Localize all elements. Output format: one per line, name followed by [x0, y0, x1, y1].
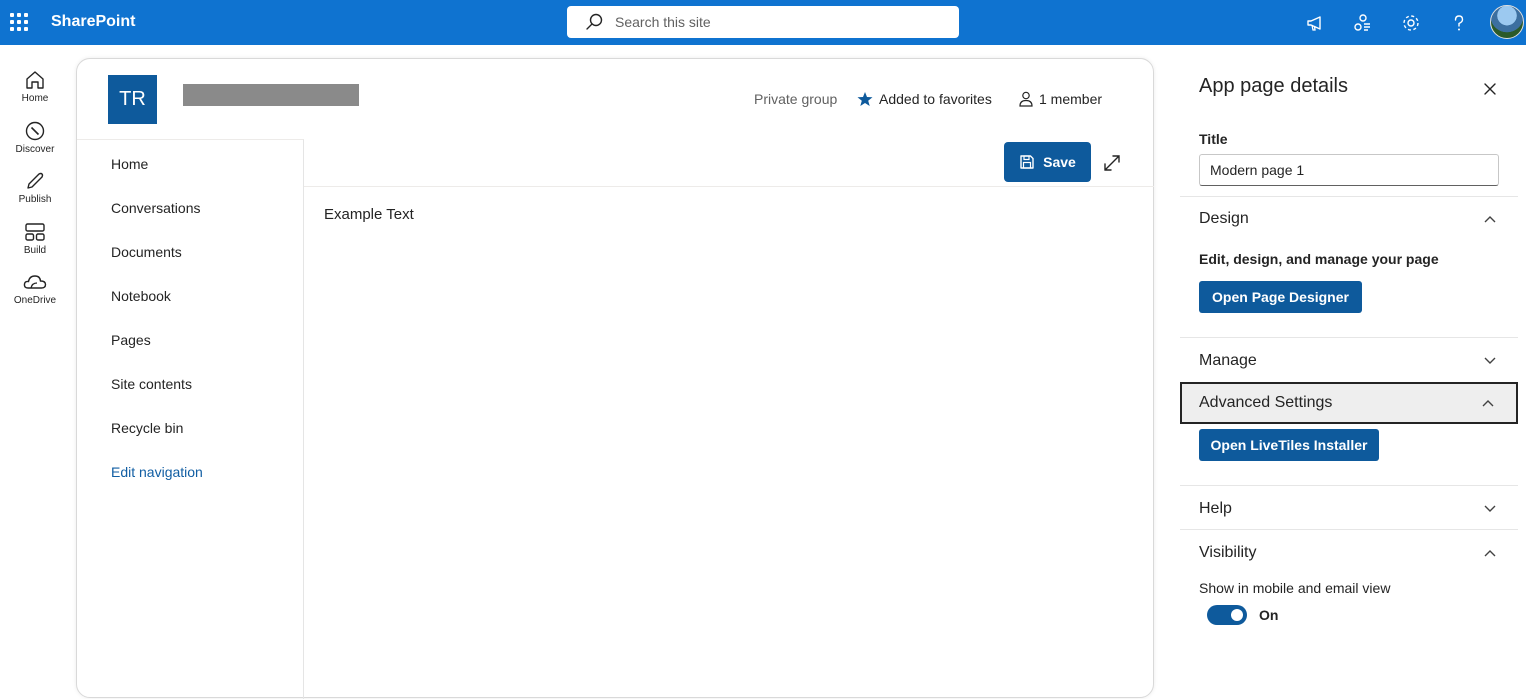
- panel-title: App page details: [1199, 75, 1349, 97]
- nav-item-notebook[interactable]: Notebook: [111, 288, 171, 304]
- build-icon: [25, 223, 45, 241]
- help-icon[interactable]: [1435, 0, 1483, 45]
- appbar-discover[interactable]: Discover: [0, 118, 70, 166]
- canvas-text[interactable]: Example Text: [324, 206, 414, 223]
- members-button[interactable]: 1 member: [1019, 91, 1102, 107]
- close-icon[interactable]: [1482, 81, 1498, 97]
- chevron-up-icon: [1482, 400, 1494, 407]
- suite-bar-actions: [1291, 0, 1483, 45]
- appbar-build[interactable]: Build: [0, 219, 70, 267]
- open-livetiles-installer-button[interactable]: Open LiveTiles Installer: [1199, 429, 1379, 461]
- nav-item-pages[interactable]: Pages: [111, 332, 151, 348]
- favorite-button[interactable]: Added to favorites: [857, 91, 992, 107]
- chevron-up-icon: [1484, 216, 1496, 223]
- suite-bar: SharePoint: [0, 0, 1526, 45]
- appbar-publish[interactable]: Publish: [0, 168, 70, 216]
- divider: [1180, 196, 1518, 197]
- save-label: Save: [1043, 154, 1076, 170]
- settings-gear-icon[interactable]: [1387, 0, 1435, 45]
- nav-item-site-contents[interactable]: Site contents: [111, 376, 192, 392]
- divider: [1180, 485, 1518, 486]
- appbar-home[interactable]: Home: [0, 67, 70, 115]
- appbar-onedrive[interactable]: OneDrive: [0, 269, 70, 317]
- toggle-knob: [1231, 609, 1243, 621]
- app-page-details-panel: App page details Title Design Edit, desi…: [1180, 45, 1526, 688]
- search-input[interactable]: [615, 14, 935, 30]
- search-icon: [586, 13, 603, 30]
- home-icon: [26, 71, 44, 89]
- user-avatar[interactable]: [1490, 5, 1524, 39]
- favorite-label: Added to favorites: [879, 91, 992, 107]
- site-navigation: Home Conversations Documents Notebook Pa…: [77, 139, 304, 699]
- open-page-designer-button[interactable]: Open Page Designer: [1199, 281, 1362, 313]
- visibility-section-header[interactable]: Visibility: [1180, 533, 1518, 573]
- visibility-toggle[interactable]: [1207, 605, 1247, 625]
- app-bar: Home Discover Publish Build OneDrive: [0, 45, 70, 688]
- design-section-header[interactable]: Design: [1180, 199, 1518, 239]
- visibility-section-label: Visibility: [1199, 544, 1257, 561]
- save-icon: [1020, 155, 1034, 169]
- edit-navigation-link[interactable]: Edit navigation: [111, 464, 203, 480]
- appbar-label: Discover: [15, 144, 55, 155]
- site-title-redacted[interactable]: [183, 84, 359, 106]
- title-input[interactable]: [1199, 154, 1499, 186]
- design-section-label: Design: [1199, 210, 1249, 227]
- search-box[interactable]: [567, 6, 959, 38]
- privacy-label: Private group: [754, 91, 838, 107]
- save-button[interactable]: Save: [1004, 142, 1091, 182]
- toggle-state-label: On: [1259, 607, 1279, 623]
- nav-item-recycle-bin[interactable]: Recycle bin: [111, 420, 183, 436]
- appbar-label: Home: [21, 93, 49, 104]
- site-card: TR Private group Added to favorites 1 me…: [76, 58, 1154, 699]
- advanced-settings-section-header[interactable]: Advanced Settings: [1180, 382, 1518, 424]
- sharepoint-brand-link[interactable]: SharePoint: [51, 13, 135, 31]
- manage-section-label: Manage: [1199, 352, 1257, 369]
- design-description: Edit, design, and manage your page: [1199, 251, 1439, 267]
- divider: [1180, 529, 1518, 530]
- help-section-header[interactable]: Help: [1180, 489, 1518, 529]
- advanced-settings-label: Advanced Settings: [1199, 394, 1333, 411]
- title-field-label: Title: [1199, 131, 1228, 147]
- megaphone-icon[interactable]: [1291, 0, 1339, 45]
- appbar-label: Build: [23, 245, 47, 256]
- visibility-description: Show in mobile and email view: [1199, 580, 1391, 596]
- divider: [1180, 337, 1518, 338]
- chevron-down-icon: [1484, 357, 1496, 364]
- nav-item-documents[interactable]: Documents: [111, 244, 182, 260]
- share-icon[interactable]: [1339, 0, 1387, 45]
- appbar-label: Publish: [18, 194, 52, 205]
- pencil-icon: [27, 172, 44, 189]
- site-logo[interactable]: TR: [108, 75, 157, 124]
- app-launcher-icon[interactable]: [9, 12, 29, 32]
- manage-section-header[interactable]: Manage: [1180, 341, 1518, 381]
- chevron-down-icon: [1484, 505, 1496, 512]
- compass-icon: [25, 121, 45, 141]
- expand-icon[interactable]: [1101, 152, 1123, 174]
- help-section-label: Help: [1199, 500, 1232, 517]
- chevron-up-icon: [1484, 550, 1496, 557]
- person-icon: [1019, 91, 1033, 107]
- appbar-label: OneDrive: [13, 295, 57, 306]
- command-bar: Save: [304, 139, 1154, 187]
- star-icon: [857, 92, 873, 106]
- members-label: 1 member: [1039, 91, 1103, 107]
- cloud-icon: [23, 275, 47, 289]
- nav-item-home[interactable]: Home: [111, 156, 148, 172]
- nav-item-conversations[interactable]: Conversations: [111, 200, 201, 216]
